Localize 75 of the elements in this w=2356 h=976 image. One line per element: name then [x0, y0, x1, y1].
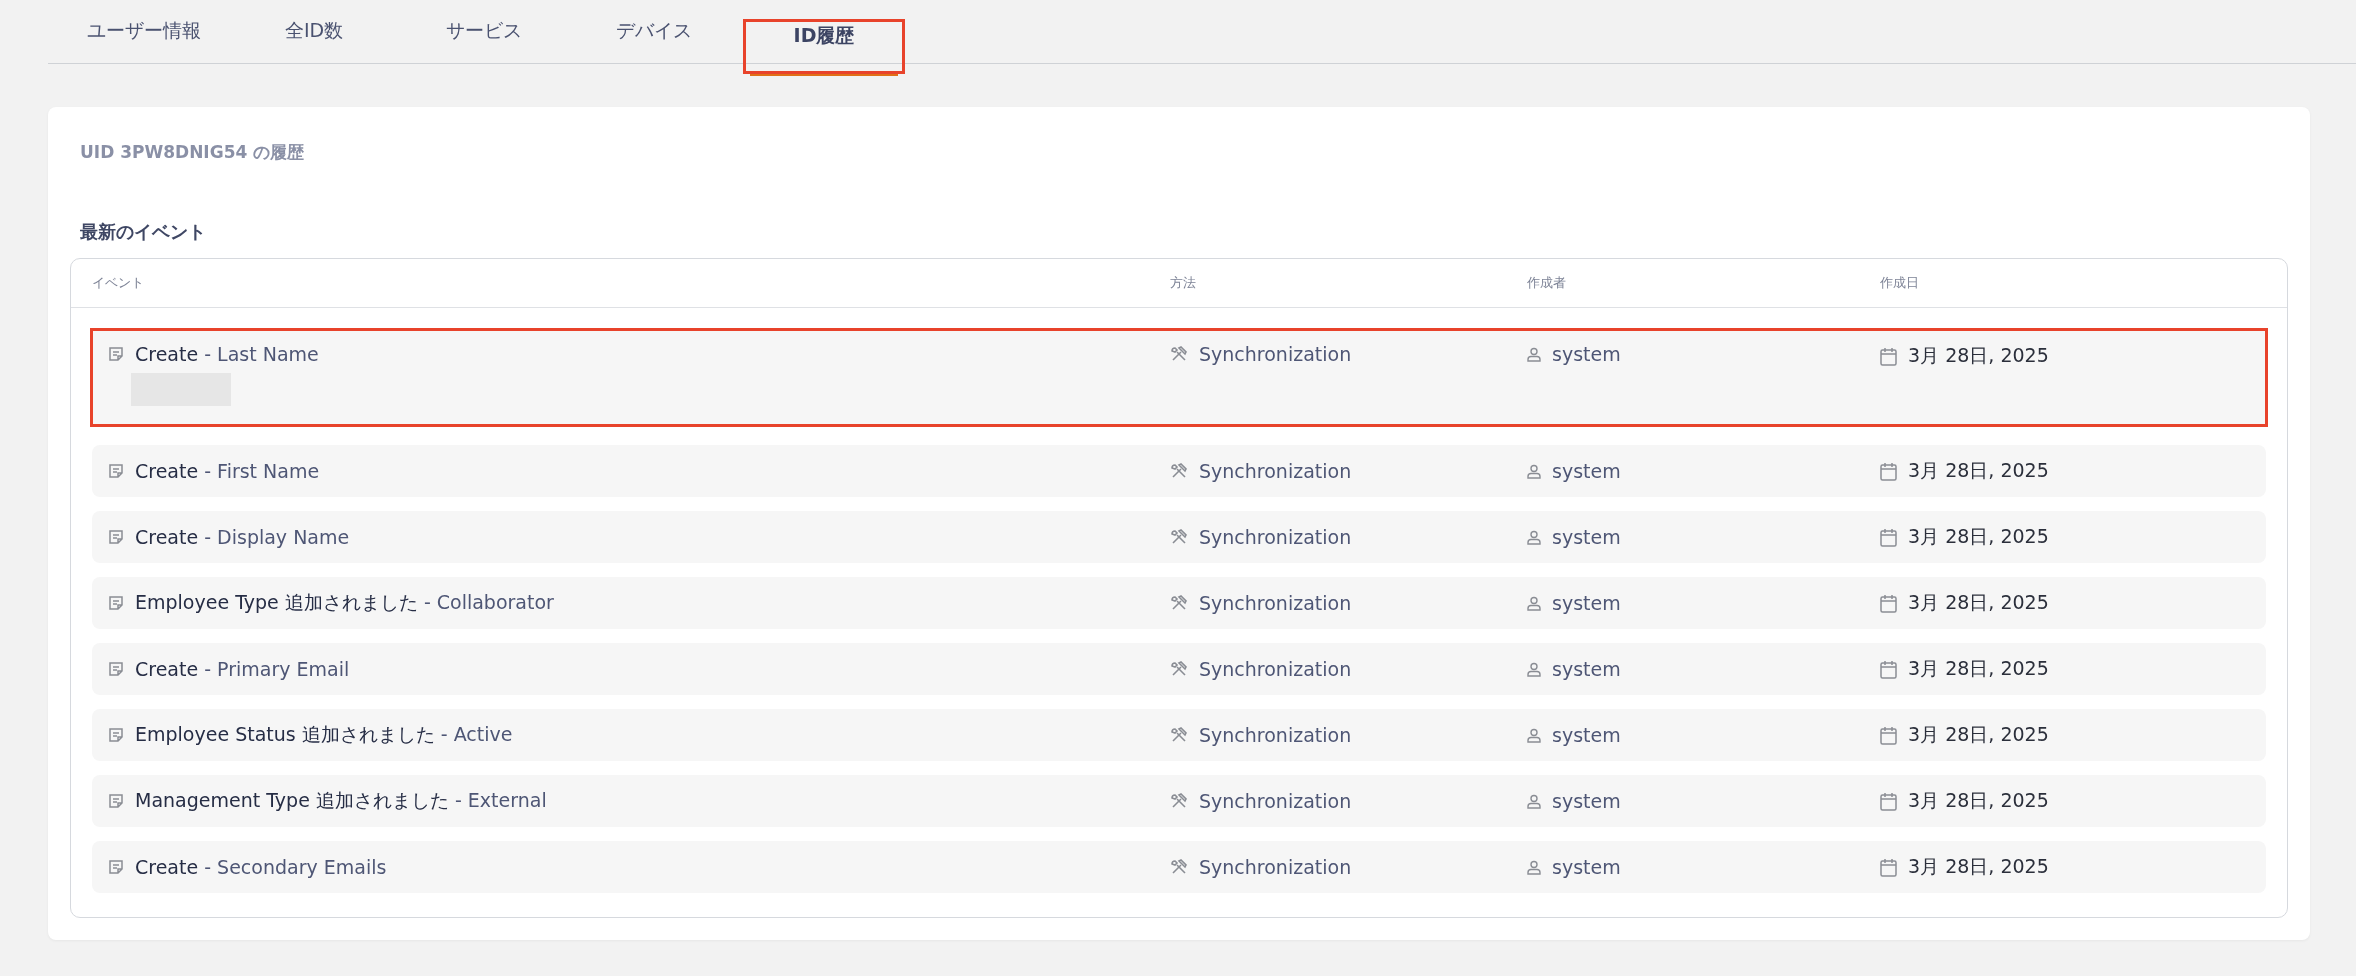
tools-icon	[1170, 858, 1188, 876]
calendar-icon	[1880, 725, 1897, 745]
tab[interactable]: デバイス	[572, 0, 736, 63]
history-title: UID 3PW8DNIG54 の履歴	[80, 141, 306, 164]
column-header: 方法	[1170, 274, 1197, 292]
note-icon	[108, 346, 124, 362]
tools-icon	[1170, 594, 1188, 612]
author-text: system	[1552, 724, 1621, 746]
author-text: system	[1552, 343, 1621, 365]
event-text: Management Type 追加されました - External	[135, 788, 547, 813]
method-text: Synchronization	[1199, 856, 1352, 878]
calendar-icon	[1880, 659, 1897, 679]
date-text: 3月 28日, 2025	[1908, 656, 2049, 681]
method-text: Synchronization	[1199, 460, 1352, 482]
event-text: Create - Last Name	[135, 343, 319, 365]
author-text: system	[1552, 856, 1621, 878]
date-text: 3月 28日, 2025	[1908, 458, 2049, 483]
method-text: Synchronization	[1199, 343, 1352, 365]
date-text: 3月 28日, 2025	[1908, 590, 2049, 615]
method-text: Synchronization	[1199, 526, 1352, 548]
method-text: Synchronization	[1199, 790, 1352, 812]
user-icon	[1527, 793, 1541, 809]
user-icon	[1527, 661, 1541, 677]
user-icon	[1527, 346, 1541, 362]
calendar-icon	[1880, 593, 1897, 613]
method-text: Synchronization	[1199, 724, 1352, 746]
user-icon	[1527, 529, 1541, 545]
note-icon	[108, 595, 124, 611]
tab[interactable]: ID履歴	[742, 18, 906, 75]
calendar-icon	[1880, 791, 1897, 811]
calendar-icon	[1880, 461, 1897, 481]
event-text: Create - First Name	[135, 460, 320, 482]
calendar-icon	[1880, 346, 1897, 366]
column-header: 作成者	[1527, 274, 1567, 292]
tools-icon	[1170, 462, 1188, 480]
tab[interactable]: 全ID数	[232, 0, 396, 63]
author-text: system	[1552, 526, 1621, 548]
section-title: 最新のイベント	[80, 220, 207, 244]
date-text: 3月 28日, 2025	[1908, 788, 2049, 813]
note-icon	[108, 859, 124, 875]
user-icon	[1527, 595, 1541, 611]
date-text: 3月 28日, 2025	[1908, 854, 2049, 879]
tools-icon	[1170, 726, 1188, 744]
author-text: system	[1552, 658, 1621, 680]
column-header: 作成日	[1880, 274, 1920, 292]
tab[interactable]: ユーザー情報	[62, 0, 226, 63]
method-text: Synchronization	[1199, 658, 1352, 680]
note-icon	[108, 661, 124, 677]
calendar-icon	[1880, 857, 1897, 877]
tools-icon	[1170, 792, 1188, 810]
tools-icon	[1170, 660, 1188, 678]
event-text: Create - Display Name	[135, 526, 350, 548]
event-text: Employee Type 追加されました - Collaborator	[135, 590, 554, 615]
user-icon	[1527, 859, 1541, 875]
method-text: Synchronization	[1199, 592, 1352, 614]
tools-icon	[1170, 345, 1188, 363]
tab[interactable]: サービス	[402, 0, 566, 63]
event-text: Employee Status 追加されました - Active	[135, 722, 513, 747]
date-text: 3月 28日, 2025	[1908, 343, 2049, 368]
date-text: 3月 28日, 2025	[1908, 722, 2049, 747]
date-text: 3月 28日, 2025	[1908, 524, 2049, 549]
author-text: system	[1552, 460, 1621, 482]
column-header: イベント	[92, 274, 145, 292]
user-icon	[1527, 463, 1541, 479]
note-icon	[108, 529, 124, 545]
author-text: system	[1552, 592, 1621, 614]
note-icon	[108, 793, 124, 809]
event-text: Create - Secondary Emails	[135, 856, 387, 878]
user-icon	[1527, 727, 1541, 743]
event-text: Create - Primary Email	[135, 658, 350, 680]
note-icon	[108, 463, 124, 479]
calendar-icon	[1880, 527, 1897, 547]
author-text: system	[1552, 790, 1621, 812]
note-icon	[108, 727, 124, 743]
tools-icon	[1170, 528, 1188, 546]
